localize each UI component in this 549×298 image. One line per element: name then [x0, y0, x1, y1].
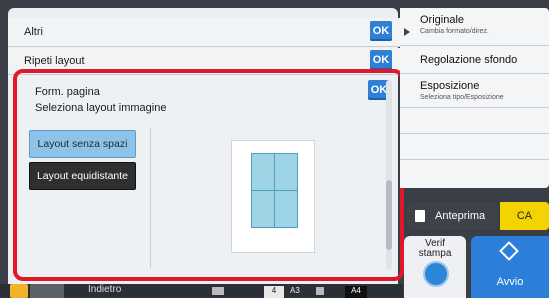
ok-label: OK	[372, 54, 390, 66]
setting-originale-sub: Cambia formato/direz.	[420, 28, 489, 35]
paper-icon	[316, 287, 324, 295]
ok-button-altri[interactable]: OK	[370, 21, 392, 41]
avvio-label: Avvio	[496, 276, 524, 288]
setting-esposizione[interactable]: Esposizione Seleziona tipo/Esposizione	[400, 74, 549, 108]
setting-empty-2	[400, 134, 549, 160]
paper-size-a3: A3	[290, 286, 300, 295]
tray-icon	[212, 287, 224, 295]
start-icon	[423, 261, 449, 287]
setting-originale-title: Originale	[420, 14, 465, 26]
home-icon[interactable]	[10, 284, 28, 298]
ca-label: CA	[516, 210, 533, 222]
avvio-icon	[499, 241, 519, 261]
ca-button[interactable]: CA	[500, 202, 549, 230]
stampa-label: stampa	[418, 248, 452, 259]
setting-esposizione-sub: Seleziona tipo/Esposizione	[420, 94, 504, 101]
avvio-button[interactable]: Avvio	[471, 236, 549, 298]
setting-empty-3	[400, 160, 549, 186]
expand-arrow-icon[interactable]	[404, 28, 410, 36]
selection-highlight-frame	[13, 69, 404, 281]
copy-count: 4	[264, 286, 284, 298]
right-settings-panel: Originale Cambia formato/direz. Regolazi…	[400, 8, 549, 188]
verif-stampa-button[interactable]: Verif stampa	[404, 236, 466, 298]
setting-regolazione-title: Regolazione sfondo	[420, 54, 518, 66]
ok-label: OK	[372, 25, 390, 37]
setting-originale[interactable]: Originale Cambia formato/direz.	[400, 8, 549, 46]
anteprima-label: Anteprima	[435, 210, 486, 222]
menu-label-altri: Altri	[24, 26, 43, 38]
ok-button-ripeti-layout[interactable]: OK	[370, 50, 392, 70]
anteprima-button[interactable]: Anteprima	[407, 202, 497, 230]
menu-row-altri[interactable]: Altri	[8, 18, 414, 47]
paper-size-a4: A4	[345, 286, 367, 298]
setting-esposizione-title: Esposizione	[420, 80, 480, 92]
preview-icon	[415, 210, 425, 222]
setting-regolazione-sfondo[interactable]: Regolazione sfondo	[400, 46, 549, 74]
indietro-button[interactable]: Indietro	[88, 284, 121, 295]
menu-label-ripeti-layout: Ripeti layout	[24, 55, 85, 67]
nav-button[interactable]	[30, 284, 64, 298]
setting-empty-1	[400, 108, 549, 134]
